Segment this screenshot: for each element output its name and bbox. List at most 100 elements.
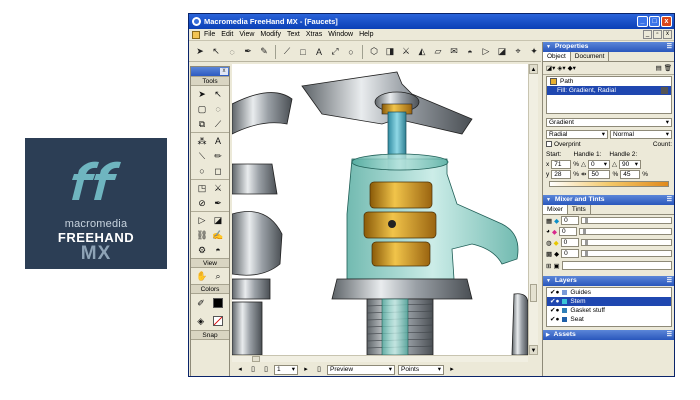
menu-modify[interactable]: Modify bbox=[260, 31, 281, 38]
page-last-icon[interactable]: ▯ bbox=[314, 365, 324, 375]
pencil-tool-icon[interactable]: ✏ bbox=[210, 150, 226, 162]
black-slider[interactable] bbox=[581, 250, 672, 257]
gradient-type-dropdown[interactable]: Radial ▾ bbox=[546, 129, 608, 139]
swatch-preview-icon[interactable]: ▣ bbox=[553, 262, 559, 270]
blend-tool-icon[interactable]: ◳ bbox=[194, 182, 210, 194]
tools-close-icon[interactable]: x bbox=[220, 68, 228, 75]
layers-options-icon[interactable]: ☰ bbox=[667, 276, 672, 286]
overprint-checkbox[interactable] bbox=[546, 141, 552, 147]
minimize-button[interactable]: _ bbox=[637, 16, 648, 27]
start-y-field[interactable]: 28 bbox=[551, 169, 572, 179]
pointer-icon[interactable]: ➤ bbox=[193, 45, 207, 59]
layer-visibility-icon[interactable]: ✔● bbox=[550, 315, 559, 324]
envelope-icon[interactable]: ✉ bbox=[447, 45, 461, 59]
menu-view[interactable]: View bbox=[239, 31, 254, 38]
brush-tool-icon[interactable]: ✒ bbox=[210, 197, 226, 209]
paint-tool-icon[interactable]: ✍ bbox=[210, 229, 226, 241]
doc-minimize-button[interactable]: _ bbox=[643, 30, 652, 39]
subselect-tool-icon[interactable]: ↖ bbox=[210, 88, 226, 100]
app-icon[interactable] bbox=[192, 17, 201, 26]
extrude-tool-icon[interactable]: ▷ bbox=[194, 214, 210, 226]
rgb-mode-icon[interactable]: ◕ bbox=[546, 228, 550, 235]
document-icon[interactable] bbox=[192, 30, 200, 39]
menu-help[interactable]: Help bbox=[359, 31, 373, 38]
text-tool-icon[interactable]: A bbox=[210, 135, 226, 147]
status-scroll-right-icon[interactable]: ▸ bbox=[447, 365, 457, 375]
list-item[interactable]: Path bbox=[547, 77, 671, 86]
knife-tool-icon[interactable]: ⚔ bbox=[210, 182, 226, 194]
page-number-field[interactable]: 1 ▾ bbox=[274, 364, 298, 375]
magenta-field[interactable]: 0 bbox=[558, 227, 577, 236]
page-next-icon[interactable]: ▯ bbox=[261, 365, 271, 375]
duplicate-icon[interactable]: ▤ bbox=[656, 64, 662, 72]
ellipse-icon[interactable]: ○ bbox=[344, 45, 358, 59]
units-dropdown[interactable]: Points ▾ bbox=[398, 364, 444, 375]
fill-icon[interactable]: ◪ bbox=[495, 45, 509, 59]
layer-visibility-icon[interactable]: ✔● bbox=[550, 288, 559, 297]
start-x-field[interactable]: 71 bbox=[551, 159, 572, 169]
trace-icon[interactable]: ⌖ bbox=[511, 45, 525, 59]
extrude-icon[interactable]: ◨ bbox=[383, 45, 397, 59]
lasso-tool-icon[interactable]: ◌ bbox=[210, 103, 226, 115]
subselect-icon[interactable]: ↖ bbox=[209, 45, 223, 59]
scroll-up-icon[interactable]: ▲ bbox=[529, 64, 538, 74]
hls-mode-icon[interactable]: ◍ bbox=[546, 239, 552, 247]
menu-edit[interactable]: Edit bbox=[221, 31, 233, 38]
eraser-tool-icon[interactable]: ⊘ bbox=[194, 197, 210, 209]
layer-visibility-icon[interactable]: ✔● bbox=[550, 297, 559, 306]
menu-xtras[interactable]: Xtras bbox=[306, 31, 322, 38]
crop-tool-icon[interactable]: ⟋ bbox=[210, 118, 226, 130]
assets-panel-header[interactable]: ▶ Assets ☰ bbox=[543, 330, 674, 340]
vertical-scrollbar[interactable]: ▲ ▼ bbox=[528, 64, 538, 355]
scroll-down-icon[interactable]: ▼ bbox=[529, 345, 538, 355]
gradient-ramp[interactable] bbox=[549, 181, 669, 187]
menu-file[interactable]: File bbox=[204, 31, 215, 38]
handle2-length-field[interactable]: 45 bbox=[620, 169, 641, 179]
page-nav-icon[interactable]: ▸ bbox=[301, 365, 311, 375]
reflect-icon[interactable]: ◭ bbox=[415, 45, 429, 59]
blend-mode-dropdown[interactable]: Normal ▾ bbox=[610, 129, 672, 139]
view-mode-dropdown[interactable]: Preview ▾ bbox=[327, 364, 395, 375]
magenta-slider[interactable] bbox=[578, 228, 672, 235]
mixer-panel-header[interactable]: ▼ Mixer and Tints ☰ bbox=[543, 195, 674, 205]
layer-row[interactable]: ✔● Gasket stuff bbox=[547, 306, 671, 315]
zoom-tool-icon[interactable]: ⌕ bbox=[210, 270, 226, 282]
text-icon[interactable]: A bbox=[312, 45, 326, 59]
maximize-button[interactable]: □ bbox=[649, 16, 660, 27]
layers-panel-header[interactable]: ▼ Layers ☰ bbox=[543, 276, 674, 286]
polygon-icon[interactable]: ⬡ bbox=[367, 45, 381, 59]
layer-row[interactable]: ✔● Stem bbox=[547, 297, 671, 306]
scale-tool-icon[interactable]: ⧉ bbox=[194, 118, 210, 130]
fill-color-icon[interactable]: ◈ bbox=[197, 315, 204, 327]
freeform-icon[interactable]: ✎ bbox=[257, 45, 271, 59]
panel-options-icon[interactable]: ☰ bbox=[667, 42, 672, 52]
system-mode-icon[interactable]: ▩ bbox=[546, 250, 552, 258]
trace-tool-icon[interactable]: ⚙ bbox=[194, 244, 210, 256]
yellow-slider[interactable] bbox=[580, 239, 672, 246]
vertical-scroll-thumb[interactable] bbox=[530, 284, 537, 302]
ellipse-tool-icon[interactable]: ○ bbox=[194, 165, 210, 177]
document-canvas[interactable] bbox=[232, 64, 528, 355]
link-tool-icon[interactable]: ⛓ bbox=[194, 229, 210, 241]
eyedropper-icon[interactable]: ⟋ bbox=[280, 45, 294, 59]
horizontal-scrollbar[interactable] bbox=[232, 355, 528, 362]
menu-text[interactable]: Text bbox=[287, 31, 300, 38]
mixer-options-icon[interactable]: ☰ bbox=[667, 195, 672, 205]
tab-tints[interactable]: Tints bbox=[568, 205, 591, 214]
hand-tool-icon[interactable]: ✋ bbox=[194, 270, 210, 282]
page-tool-icon[interactable]: ▢ bbox=[194, 103, 210, 115]
fill-type-dropdown[interactable]: Gradient ▾ bbox=[546, 117, 672, 127]
tab-mixer[interactable]: Mixer bbox=[543, 205, 568, 214]
tools-panel-header[interactable]: x bbox=[191, 67, 229, 76]
stroke-color-icon[interactable]: ✐ bbox=[197, 297, 205, 309]
stroke-color-swatch[interactable] bbox=[212, 298, 223, 308]
assets-options-icon[interactable]: ☰ bbox=[667, 330, 672, 340]
layer-visibility-icon[interactable]: ✔● bbox=[550, 306, 559, 315]
layer-row[interactable]: ✔● Guides bbox=[547, 288, 671, 297]
lasso-icon[interactable]: ◌ bbox=[225, 45, 239, 59]
yellow-field[interactable]: 0 bbox=[560, 238, 579, 247]
page-prev-icon[interactable]: ◂ bbox=[235, 365, 245, 375]
pen-icon[interactable]: ✒ bbox=[241, 45, 255, 59]
list-item[interactable]: Fill: Gradient, Radial bbox=[547, 86, 671, 95]
close-button[interactable]: x bbox=[661, 16, 672, 27]
